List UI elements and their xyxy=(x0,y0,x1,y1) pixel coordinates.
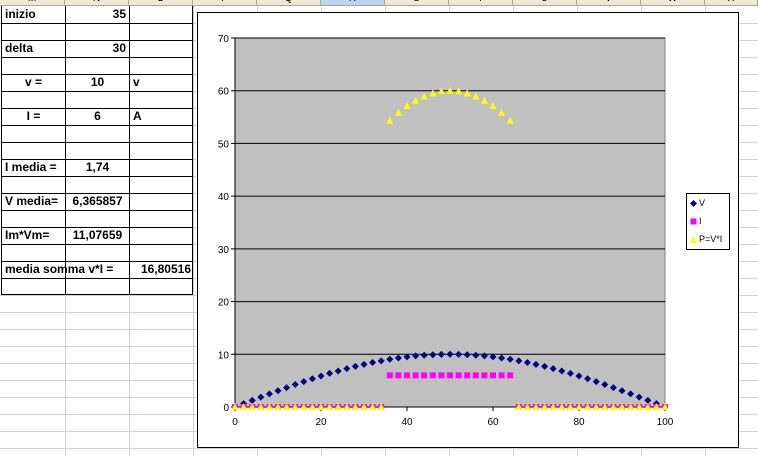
series-i-point xyxy=(490,372,496,379)
column-header-x[interactable]: X xyxy=(705,0,758,5)
i-value[interactable]: 6 xyxy=(66,108,129,125)
inizio-value[interactable]: 35 xyxy=(66,6,129,23)
media-somma-value[interactable]: 16,80516 xyxy=(130,261,192,278)
legend-item-p: P=V*I xyxy=(690,232,722,246)
series-i-point xyxy=(498,372,505,379)
chart-area[interactable]: 0 10 20 30 40 50 60 70 0 20 40 60 80 100 xyxy=(197,12,739,448)
series-i-point xyxy=(447,372,453,379)
media-somma-label[interactable]: media somma v*I = xyxy=(2,261,129,278)
column-header-r[interactable]: R xyxy=(321,0,385,5)
delta-label[interactable]: delta xyxy=(2,40,65,57)
y-tick-label: 10 xyxy=(218,350,230,361)
x-tick-label: 100 xyxy=(657,417,674,428)
series-i-point xyxy=(481,372,488,379)
column-header-o[interactable]: O xyxy=(129,0,193,5)
legend-square-icon xyxy=(690,218,697,225)
x-tick-label: 20 xyxy=(315,417,327,428)
series-i-point xyxy=(507,372,514,379)
imvm-value[interactable]: 11,07659 xyxy=(66,227,129,244)
column-header-u[interactable]: U xyxy=(513,0,577,5)
y-tick-label: 60 xyxy=(218,87,230,98)
legend-diamond-icon xyxy=(690,200,697,208)
y-tick-label: 0 xyxy=(223,403,229,414)
v-media-value[interactable]: 6,365857 xyxy=(66,193,129,210)
delta-value[interactable]: 30 xyxy=(66,40,129,57)
column-header-m[interactable]: M xyxy=(0,0,65,5)
legend-label-v: V xyxy=(699,198,706,208)
column-header-t[interactable]: T xyxy=(449,0,513,5)
x-tick-label: 0 xyxy=(232,417,238,428)
series-i-point xyxy=(429,372,436,379)
v-value[interactable]: 10 xyxy=(66,74,129,91)
x-tick-label: 80 xyxy=(573,417,585,428)
i-unit[interactable]: A xyxy=(130,108,192,125)
chart-legend[interactable]: V I P=V*I xyxy=(686,193,730,250)
x-tick-label: 40 xyxy=(401,417,413,428)
y-tick-label: 40 xyxy=(218,192,230,203)
i-label[interactable]: I = xyxy=(2,108,65,125)
legend-item-v: V xyxy=(690,196,705,210)
series-i-point xyxy=(386,372,393,379)
column-header-v[interactable]: V xyxy=(577,0,641,5)
legend-label-p: P=V*I xyxy=(699,234,723,244)
column-header-w[interactable]: W xyxy=(641,0,705,5)
y-tick-label: 20 xyxy=(218,298,230,309)
series-i-point xyxy=(472,372,479,379)
series-i-point xyxy=(395,372,402,379)
y-tick-label: 70 xyxy=(218,34,230,45)
x-tick-label: 60 xyxy=(487,417,499,428)
series-i-point xyxy=(464,372,471,379)
series-i-point xyxy=(421,372,428,379)
column-header-p[interactable]: P xyxy=(193,0,257,5)
series-i-point xyxy=(438,372,445,379)
legend-triangle-icon xyxy=(690,236,697,244)
legend-item-i: I xyxy=(690,214,702,228)
i-media-value[interactable]: 1,74 xyxy=(66,159,129,176)
v-media-label[interactable]: V media= xyxy=(2,193,65,210)
i-media-label[interactable]: I media = xyxy=(2,159,65,176)
legend-label-i: I xyxy=(699,216,702,226)
imvm-label[interactable]: Im*Vm= xyxy=(2,227,65,244)
series-i-point xyxy=(455,372,462,379)
v-label[interactable]: v = xyxy=(2,74,65,91)
inizio-label[interactable]: inizio xyxy=(2,6,65,23)
series-i-point xyxy=(404,372,410,379)
column-header-s[interactable]: S xyxy=(385,0,449,5)
v-unit[interactable]: v xyxy=(130,74,192,91)
column-header-n[interactable]: N xyxy=(65,0,129,5)
column-header-q[interactable]: Q xyxy=(257,0,321,5)
y-tick-label: 50 xyxy=(218,139,230,150)
chart-svg: 0 10 20 30 40 50 60 70 0 20 40 60 80 100 xyxy=(218,34,674,428)
y-tick-label: 30 xyxy=(218,245,230,256)
series-i-point xyxy=(412,372,419,379)
